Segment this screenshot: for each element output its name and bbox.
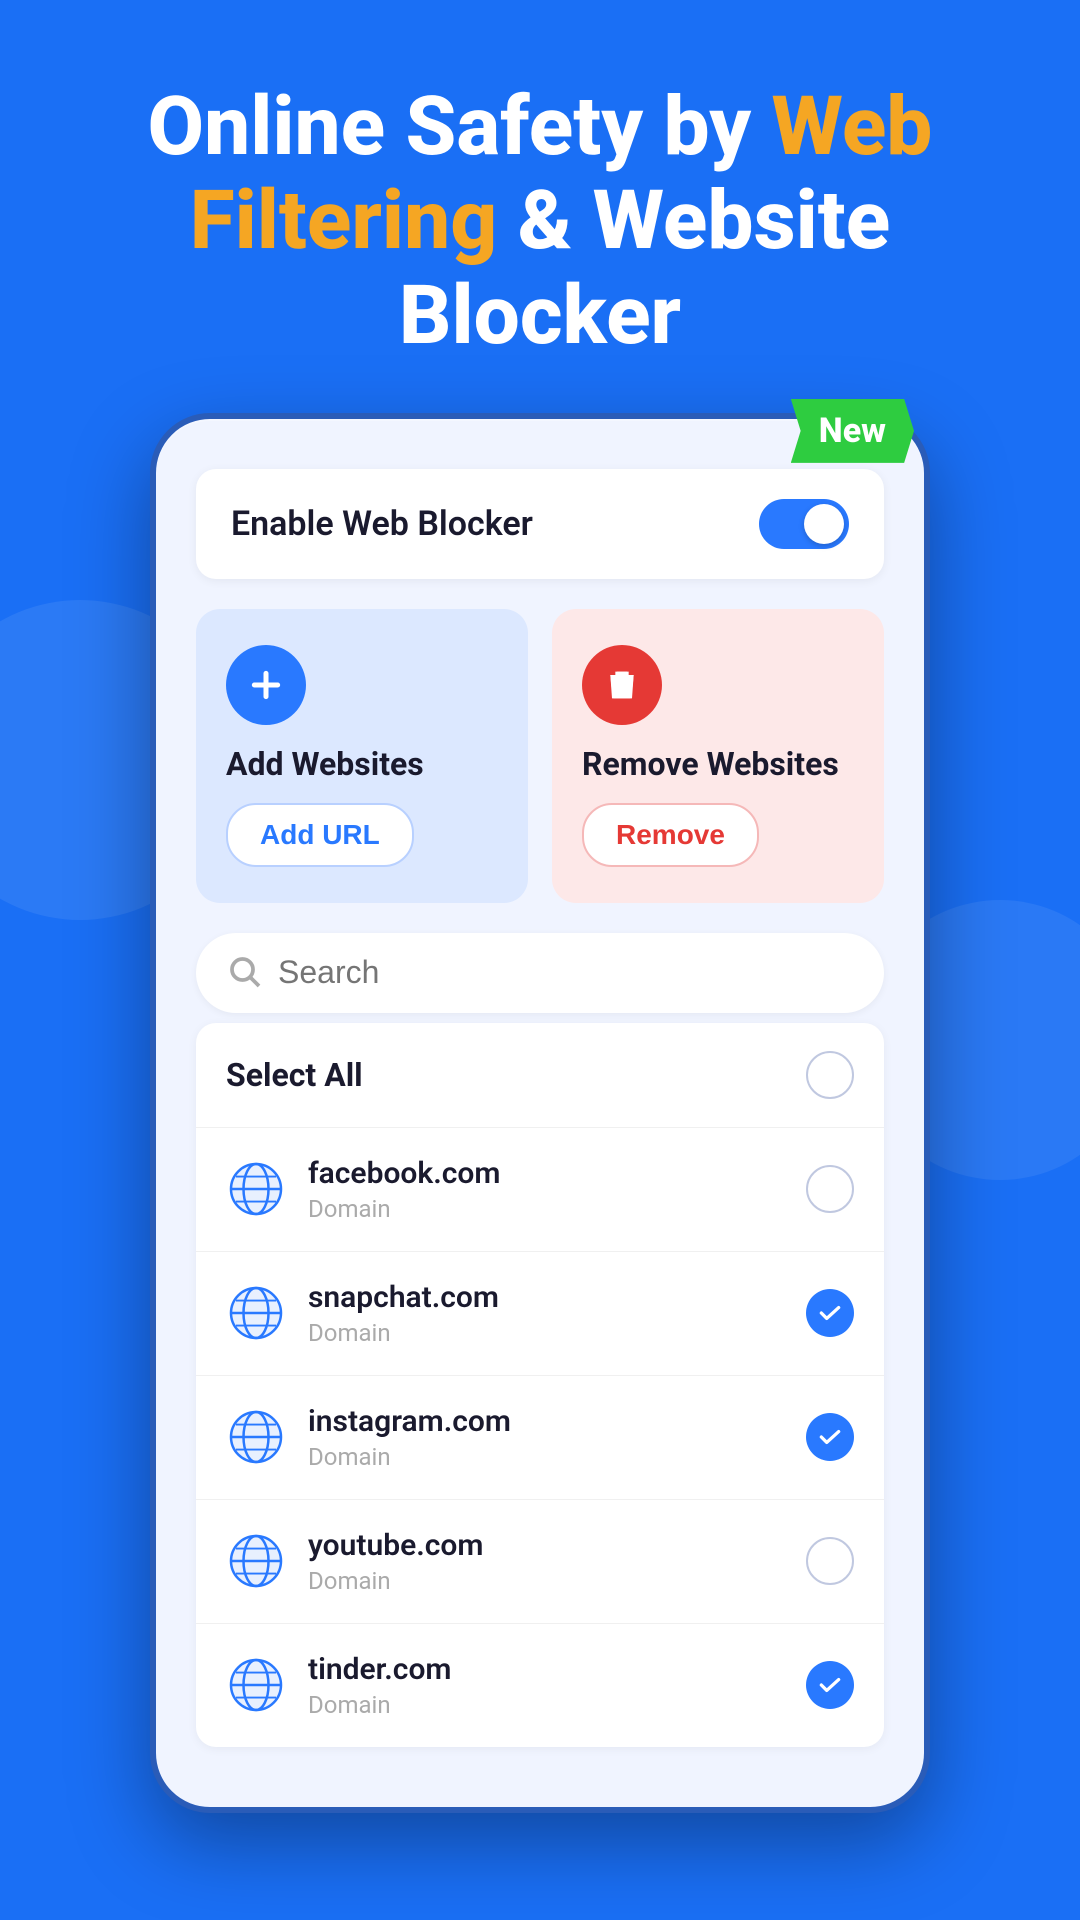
remove-websites-title: Remove Websites xyxy=(582,745,854,783)
website-items: facebook.com Domain snapchat.com Domain … xyxy=(196,1128,884,1747)
main-headline: Online Safety by Web Filtering & Website… xyxy=(60,80,1020,363)
site-info: instagram.com Domain xyxy=(308,1404,806,1471)
site-type: Domain xyxy=(308,1691,806,1719)
enable-toggle[interactable] xyxy=(759,499,849,549)
select-all-label: Select All xyxy=(226,1056,363,1094)
phone-mockup: New Enable Web Blocker Add Websites Add … xyxy=(150,413,930,1813)
list-item[interactable]: tinder.com Domain xyxy=(196,1624,884,1747)
headline-highlight-filtering: Filtering xyxy=(190,173,498,269)
site-type: Domain xyxy=(308,1319,806,1347)
list-item[interactable]: snapchat.com Domain xyxy=(196,1252,884,1376)
search-icon xyxy=(226,953,262,993)
globe-icon xyxy=(226,1159,286,1219)
new-badge: New xyxy=(791,399,914,463)
add-websites-card: Add Websites Add URL xyxy=(196,609,528,903)
add-url-button[interactable]: Add URL xyxy=(226,803,414,867)
list-item[interactable]: facebook.com Domain xyxy=(196,1128,884,1252)
remove-icon-circle xyxy=(582,645,662,725)
enable-web-blocker-row: Enable Web Blocker xyxy=(196,469,884,579)
site-info: snapchat.com Domain xyxy=(308,1280,806,1347)
add-websites-title: Add Websites xyxy=(226,745,498,783)
add-icon-circle xyxy=(226,645,306,725)
enable-label: Enable Web Blocker xyxy=(231,504,533,544)
select-all-checkbox[interactable] xyxy=(806,1051,854,1099)
action-cards: Add Websites Add URL Remove Websites Rem… xyxy=(196,609,884,903)
plus-icon xyxy=(246,665,286,705)
header: Online Safety by Web Filtering & Website… xyxy=(0,0,1080,413)
globe-icon xyxy=(226,1283,286,1343)
search-input[interactable] xyxy=(278,954,854,991)
list-item[interactable]: youtube.com Domain xyxy=(196,1500,884,1624)
site-type: Domain xyxy=(308,1567,806,1595)
search-bar[interactable] xyxy=(196,933,884,1013)
site-domain: snapchat.com xyxy=(308,1280,806,1315)
site-domain: tinder.com xyxy=(308,1652,806,1687)
remove-button[interactable]: Remove xyxy=(582,803,759,867)
site-checkbox[interactable] xyxy=(806,1165,854,1213)
site-info: facebook.com Domain xyxy=(308,1156,806,1223)
globe-icon xyxy=(226,1531,286,1591)
site-checkbox[interactable] xyxy=(806,1537,854,1585)
website-list: Select All facebook.com Domain snapchat.… xyxy=(196,1023,884,1747)
site-checkbox[interactable] xyxy=(806,1289,854,1337)
site-domain: instagram.com xyxy=(308,1404,806,1439)
site-type: Domain xyxy=(308,1443,806,1471)
globe-icon xyxy=(226,1655,286,1715)
site-domain: youtube.com xyxy=(308,1528,806,1563)
site-info: youtube.com Domain xyxy=(308,1528,806,1595)
site-type: Domain xyxy=(308,1195,806,1223)
trash-icon xyxy=(602,665,642,705)
headline-highlight-web: Web xyxy=(772,79,933,175)
site-domain: facebook.com xyxy=(308,1156,806,1191)
site-checkbox[interactable] xyxy=(806,1661,854,1709)
site-info: tinder.com Domain xyxy=(308,1652,806,1719)
globe-icon xyxy=(226,1407,286,1467)
select-all-row[interactable]: Select All xyxy=(196,1023,884,1128)
remove-websites-card: Remove Websites Remove xyxy=(552,609,884,903)
site-checkbox[interactable] xyxy=(806,1413,854,1461)
list-item[interactable]: instagram.com Domain xyxy=(196,1376,884,1500)
